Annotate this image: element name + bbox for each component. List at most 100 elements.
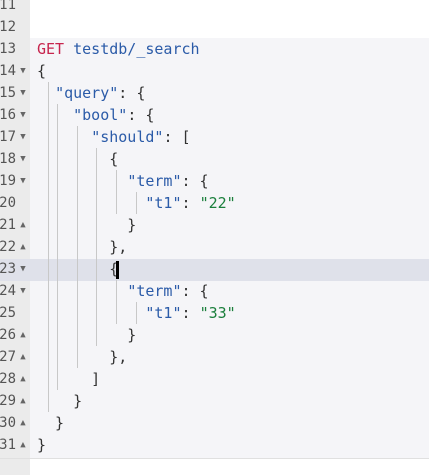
code-line[interactable]: 29 ▲ } [0,390,429,412]
code-text[interactable]: } [37,214,136,236]
fold-arrow-down-icon[interactable]: ▼ [18,126,28,148]
code-token: "query" [55,84,119,102]
code-token: "term" [127,282,182,300]
fold-arrow-down-icon[interactable]: ▼ [18,258,28,280]
fold-arrow-down-icon[interactable]: ▼ [18,280,28,302]
code-text[interactable]: "should": [ [37,126,191,148]
code-token: "t1" [145,194,182,212]
code-line[interactable]: 21 ▲ } [0,214,429,236]
code-token: }, [37,348,128,366]
line-number: 11 [0,0,16,13]
code-line[interactable]: 23 ▼ { [0,258,429,280]
code-line[interactable]: 16 ▼ "bool": { [0,104,429,126]
fold-arrow-down-icon[interactable]: ▼ [18,60,28,82]
code-text[interactable]: GET testdb/_search [37,38,200,60]
code-line[interactable]: 19 ▼ "term": { [0,170,429,192]
code-editor[interactable]: 11 12 13 GET testdb/_search 14 ▼{15 ▼ "query":… [0,0,429,475]
line-number: 26 [0,327,16,343]
code-token: { [37,62,47,80]
code-line[interactable]: 20 "t1": "22" [0,192,429,214]
code-token: } [37,414,65,432]
code-line[interactable]: 25 "t1": "33" [0,302,429,324]
code-token: "22" [199,194,236,212]
line-number: 14 [0,63,16,79]
fold-arrow-down-icon[interactable]: ▼ [18,148,28,170]
code-token: testdb/_search [73,40,200,58]
code-line[interactable]: 27 ▲ }, [0,346,429,368]
code-text[interactable]: "t1": "22" [37,192,236,214]
fold-arrow-up-icon[interactable]: ▲ [18,412,28,434]
fold-arrow-down-icon[interactable]: ▼ [18,170,28,192]
fold-arrow-up-icon[interactable]: ▲ [18,324,28,346]
code-line[interactable]: 15 ▼ "query": { [0,82,429,104]
code-token: : [181,194,200,212]
code-token: "33" [199,304,236,322]
code-line[interactable]: 24 ▼ "term": { [0,280,429,302]
code-token: { [37,260,119,278]
code-token: : { [181,172,209,190]
code-line[interactable]: 14 ▼ { [0,60,429,82]
line-number: 24 [0,283,16,299]
code-token: }, [37,238,128,256]
fold-arrow-up-icon[interactable]: ▲ [18,434,28,456]
text-cursor [116,261,119,279]
code-token: "term" [127,172,182,190]
fold-arrow-down-icon[interactable]: ▼ [18,82,28,104]
code-line[interactable]: 26 ▲ } [0,324,429,346]
code-text[interactable]: }, [37,236,127,258]
code-text[interactable]: "term": { [37,280,209,302]
line-number: 29 [0,393,16,409]
line-number: 30 [0,415,16,431]
code-text[interactable]: ] [37,368,100,390]
code-token: ] [37,370,101,388]
fold-arrow-up-icon[interactable]: ▲ [18,346,28,368]
line-number: 12 [0,19,16,35]
line-number: 21 [0,217,16,233]
code-line[interactable]: 17 ▼ "should": [ [0,126,429,148]
code-token: : [ [163,128,191,146]
code-line[interactable]: 22 ▲ }, [0,236,429,258]
editor-bottom-border [0,458,429,459]
code-text[interactable]: "term": { [37,170,209,192]
code-line[interactable]: 12 [0,16,429,38]
code-text[interactable]: } [37,412,64,434]
code-line[interactable]: 11 [0,0,429,16]
line-number: 28 [0,371,16,387]
fold-arrow-up-icon[interactable]: ▲ [18,368,28,390]
line-number: 23 [0,261,16,277]
code-text[interactable]: "bool": { [37,104,154,126]
code-line[interactable]: 18 ▼ { [0,148,429,170]
code-text[interactable]: { [37,148,118,170]
code-line[interactable]: 13 GET testdb/_search [0,38,429,60]
code-token: "should" [91,128,164,146]
code-token: : { [181,282,209,300]
code-line[interactable]: 30 ▲ } [0,412,429,434]
code-token: "t1" [145,304,182,322]
line-number: 13 [0,41,16,57]
code-token: GET [37,40,65,58]
fold-arrow-up-icon[interactable]: ▲ [18,236,28,258]
code-text[interactable]: } [37,324,136,346]
code-text[interactable]: }, [37,346,127,368]
line-number: 22 [0,239,16,255]
code-text[interactable]: { [37,60,46,82]
code-text[interactable]: "t1": "33" [37,302,236,324]
line-number: 18 [0,151,16,167]
code-token: } [37,216,137,234]
line-number: 27 [0,349,16,365]
code-text[interactable]: } [37,434,46,456]
line-number: 17 [0,129,16,145]
fold-arrow-up-icon[interactable]: ▲ [18,214,28,236]
code-text[interactable]: } [37,390,82,412]
fold-arrow-down-icon[interactable]: ▼ [18,104,28,126]
code-line[interactable]: 28 ▲ ] [0,368,429,390]
code-text[interactable]: { [37,258,118,280]
code-line[interactable]: 31 ▲} [0,434,429,456]
code-text[interactable]: "query": { [37,82,145,104]
code-token: } [37,436,47,454]
fold-arrow-up-icon[interactable]: ▲ [18,390,28,412]
